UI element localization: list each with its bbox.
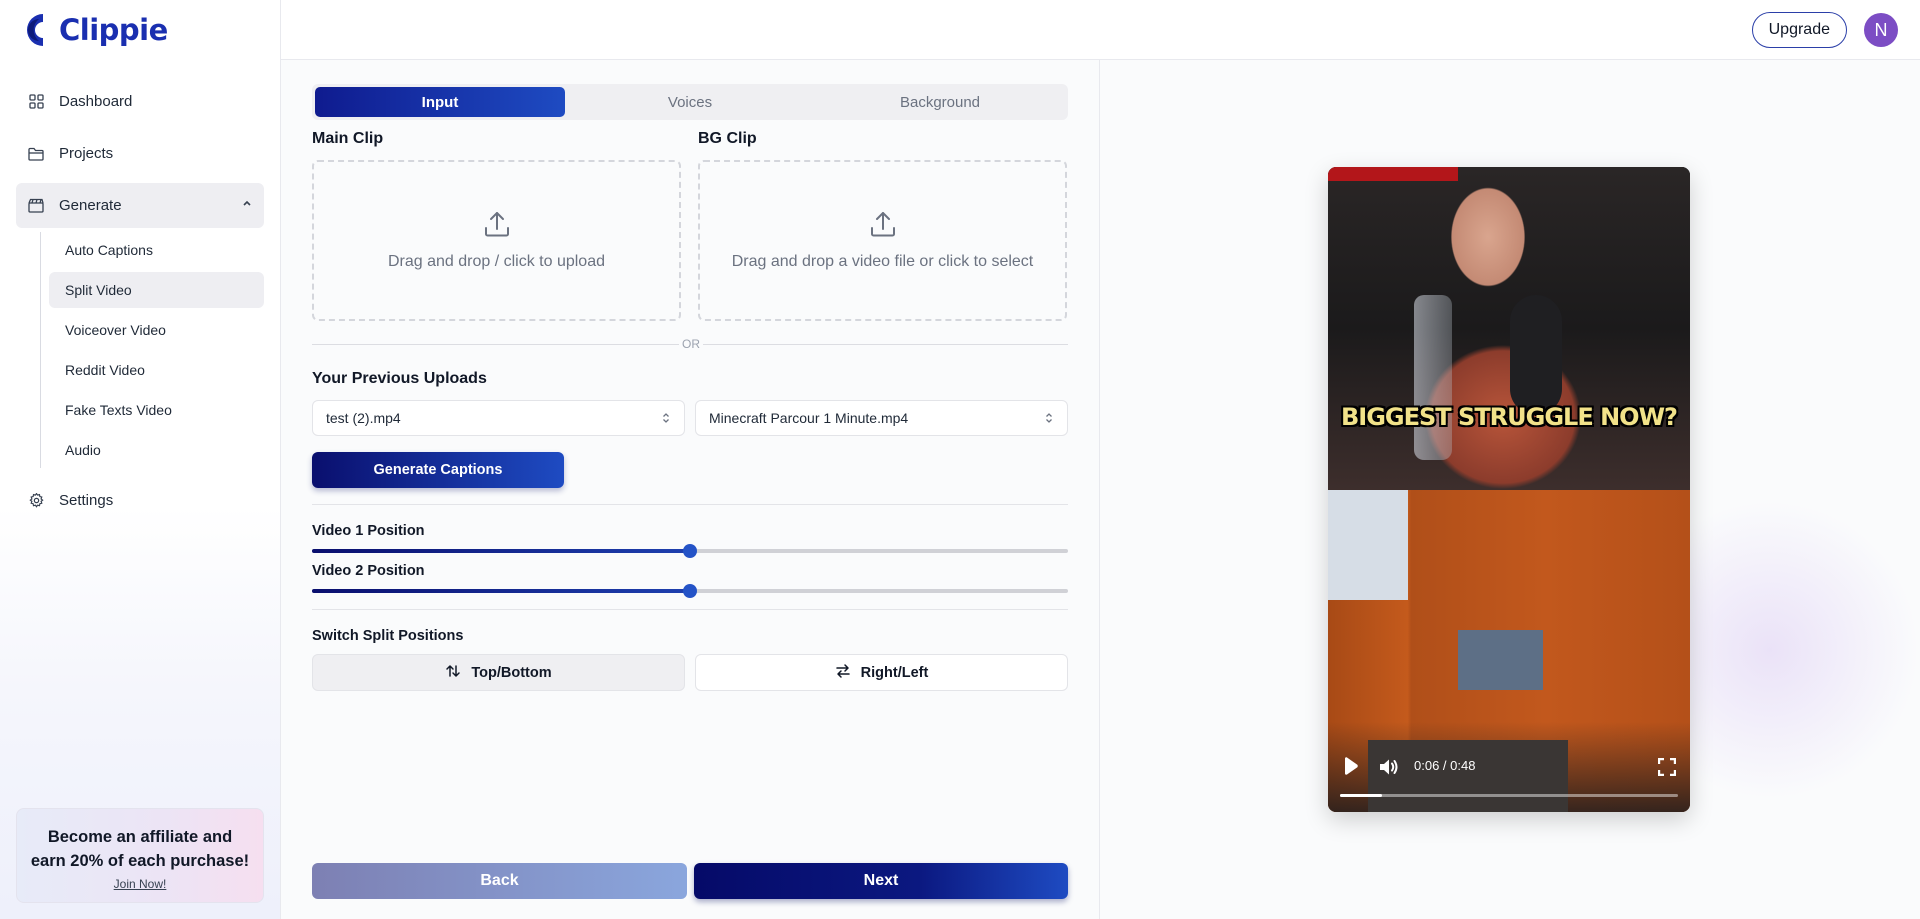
upload-icon [314,209,679,241]
affiliate-line-2: earn 20% of each purchase! [30,852,250,870]
sidebar-subitem-fake-texts-video[interactable]: Fake Texts Video [49,392,264,428]
swap-horizontal-icon [835,663,851,683]
main-clip-drop-text: Drag and drop / click to upload [387,253,605,270]
video-2-position-slider[interactable] [312,584,1068,598]
chevron-up-icon [242,198,252,210]
logo[interactable]: Clippie [19,11,168,49]
sidebar-item-label: Dashboard [59,93,133,110]
swap-vertical-icon [445,663,461,683]
video-controls: 0:06 / 0:48 [1328,742,1690,812]
right-left-button[interactable]: Right/Left [695,654,1068,691]
brand-name: Clippie [59,13,168,47]
chevron-updown-icon [662,412,670,424]
avatar[interactable]: N [1864,13,1898,47]
sidebar-item-dashboard[interactable]: Dashboard [16,79,264,124]
sidebar-item-projects[interactable]: Projects [16,131,264,176]
top-bar: Upgrade N [281,0,1920,60]
video-top-frame: BIGGEST STRUGGLE NOW? [1328,167,1690,490]
bg-clip-label: BG Clip [698,130,757,147]
top-bottom-button[interactable]: Top/Bottom [312,654,685,691]
editor-tabs: Input Voices Background [312,84,1068,120]
main-clip-select-value: test (2).mp4 [326,410,401,426]
bg-clip-select-value: Minecraft Parcour 1 Minute.mp4 [709,410,909,426]
upgrade-button[interactable]: Upgrade [1751,12,1847,48]
video-progress-fill [1340,794,1383,797]
main-clip-select[interactable]: test (2).mp4 [312,400,685,436]
sidebar-nav: Dashboard Projects Generate Auto Caption… [16,79,264,530]
generate-submenu: Auto Captions Split Video Voiceover Vide… [40,232,264,468]
main-clip-label: Main Clip [312,130,384,147]
join-now-link[interactable]: Join Now! [114,877,167,891]
preview-panel: BIGGEST STRUGGLE NOW? 0:06 / 0:48 [1100,60,1920,919]
tab-input[interactable]: Input [315,87,565,117]
video-frame-detail [1414,295,1452,460]
affiliate-banner: Become an affiliate and earn 20% of each… [16,808,264,903]
video-caption: BIGGEST STRUGGLE NOW? [1341,403,1678,431]
video-time: 0:06 / 0:48 [1414,758,1476,773]
volume-icon[interactable] [1378,757,1400,782]
sidebar-subitem-split-video[interactable]: Split Video [49,272,264,308]
sidebar-subitem-voiceover-video[interactable]: Voiceover Video [49,312,264,348]
sidebar-item-label: Settings [59,492,114,509]
video-player[interactable]: BIGGEST STRUGGLE NOW? 0:06 / 0:48 [1328,167,1690,812]
tab-background[interactable]: Background [815,87,1065,117]
sidebar-item-label: Projects [59,145,114,162]
slider-fill [312,589,690,593]
bg-clip-select[interactable]: Minecraft Parcour 1 Minute.mp4 [695,400,1068,436]
sidebar-subitem-audio[interactable]: Audio [49,432,264,468]
switch-split-label: Switch Split Positions [312,628,464,644]
gear-icon [28,493,44,509]
video-2-position-label: Video 2 Position [312,563,425,579]
section-divider [312,504,1068,505]
sidebar: Clippie Dashboard Projects Generate Auto… [0,0,281,919]
section-divider [312,609,1068,610]
video-progress-bar[interactable] [1340,794,1678,797]
fullscreen-icon[interactable] [1657,757,1677,781]
slider-thumb[interactable] [683,584,697,598]
play-icon[interactable] [1340,756,1360,781]
previous-uploads-label: Your Previous Uploads [312,370,487,387]
top-bottom-label: Top/Bottom [471,664,552,681]
bg-clip-dropzone[interactable]: Drag and drop a video file or click to s… [698,160,1067,321]
next-button[interactable]: Next [694,863,1068,899]
chevron-updown-icon [1045,412,1053,424]
video-frame-detail [1328,167,1458,181]
video-1-position-label: Video 1 Position [312,523,425,539]
clippie-logo-icon [19,11,53,49]
sidebar-subitem-auto-captions[interactable]: Auto Captions [49,232,264,268]
video-frame-detail [1458,630,1543,690]
video-frame-detail [1510,295,1562,415]
folder-icon [28,146,44,162]
sidebar-item-label: Generate [59,197,122,214]
bg-clip-drop-text: Drag and drop a video file or click to s… [731,253,1034,270]
sidebar-item-generate[interactable]: Generate [16,183,264,228]
main-clip-dropzone[interactable]: Drag and drop / click to upload [312,160,681,321]
video-frame-detail [1328,490,1408,600]
generate-captions-button[interactable]: Generate Captions [312,452,564,488]
tab-voices[interactable]: Voices [565,87,815,117]
clapperboard-icon [28,198,44,214]
back-button[interactable]: Back [312,863,687,899]
upload-icon [700,209,1065,241]
grid-icon [28,94,44,110]
sidebar-subitem-reddit-video[interactable]: Reddit Video [49,352,264,388]
right-left-label: Right/Left [860,664,929,681]
split-video-editor: Input Voices Background Main Clip BG Cli… [281,60,1099,919]
affiliate-line-1: Become an affiliate and [47,828,233,846]
slider-thumb[interactable] [683,544,697,558]
video-1-position-slider[interactable] [312,544,1068,558]
slider-fill [312,549,690,553]
or-text: OR [679,337,703,351]
sidebar-item-settings[interactable]: Settings [16,478,264,523]
